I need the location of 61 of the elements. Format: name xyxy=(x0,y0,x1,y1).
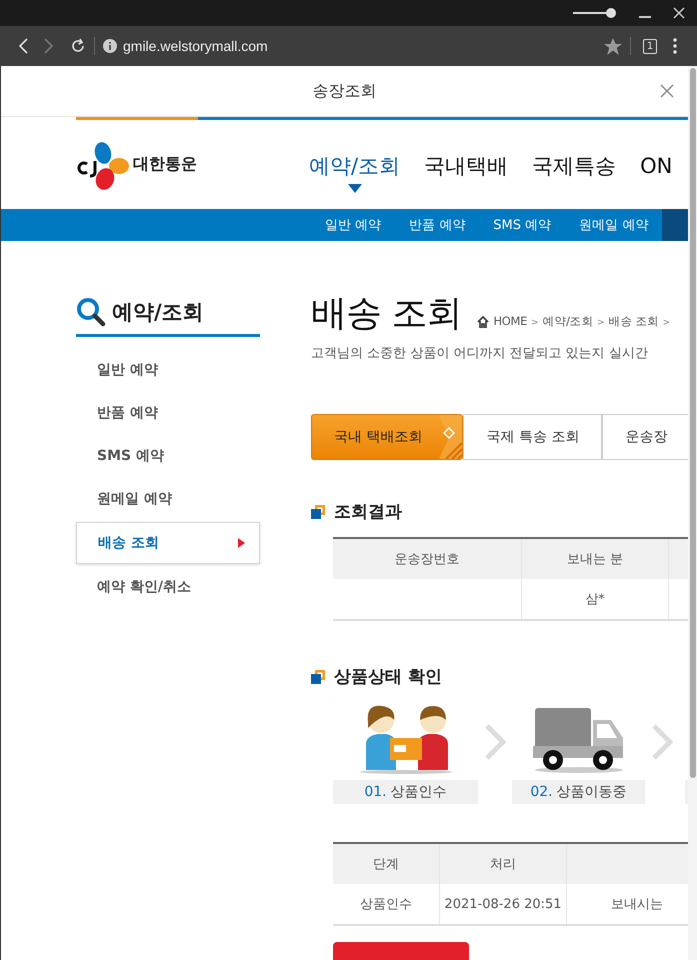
tab-count-button[interactable]: 1 xyxy=(643,38,657,54)
close-icon[interactable] xyxy=(673,7,685,19)
table-cell: 삼* xyxy=(522,579,668,620)
breadcrumb-separator: > xyxy=(597,318,605,328)
reload-icon[interactable] xyxy=(70,38,86,54)
column-header: 운송장번호 xyxy=(333,538,522,579)
sidebar-item[interactable]: 반품 예약 xyxy=(76,393,260,433)
logo-icon[interactable] xyxy=(75,140,131,190)
home-icon[interactable] xyxy=(477,316,490,328)
chevron-icon xyxy=(651,724,673,760)
diamond-pattern-icon xyxy=(436,415,462,459)
info-icon[interactable] xyxy=(103,39,117,53)
back-icon[interactable] xyxy=(18,38,28,54)
nav-link[interactable]: 국제특송 xyxy=(532,154,616,180)
nav-link[interactable]: ON xyxy=(640,154,672,180)
breadcrumb-separator: > xyxy=(662,318,670,328)
page-title: 배송 조회 xyxy=(311,292,462,336)
nav-link[interactable]: 예약/조회 xyxy=(309,154,400,193)
sub-nav-link[interactable]: 원메일 예약 xyxy=(565,216,662,234)
sidebar-item[interactable]: SMS 예약 xyxy=(76,436,260,476)
tab[interactable]: 국제 특송 조회 xyxy=(463,414,602,460)
page-description: 고객님의 소중한 상품이 어디까지 전달되고 있는지 실시간 xyxy=(311,345,649,362)
nav-link[interactable]: 국내택배 xyxy=(424,154,508,180)
sidebar-item[interactable]: 배송 조회 xyxy=(76,522,260,564)
sidebar-item[interactable]: 예약 확인/취소 xyxy=(76,567,260,607)
breadcrumb-separator: > xyxy=(531,318,539,328)
step-label: 01. 상품인수 xyxy=(333,780,478,804)
sidebar-title: 예약/조회 xyxy=(112,299,204,326)
forward-icon[interactable] xyxy=(44,38,54,54)
logo-text: 대한통운 xyxy=(133,154,197,175)
sidebar-item[interactable]: 원메일 예약 xyxy=(76,479,260,519)
tab[interactable]: 국내 택배조회 xyxy=(311,414,464,460)
address-bar[interactable]: gmile.welstorymall.com xyxy=(123,38,268,54)
sub-nav-link[interactable]: 반품 예약 xyxy=(395,216,480,234)
scrollbar[interactable] xyxy=(688,66,697,960)
search-icon xyxy=(76,297,106,327)
breadcrumb-link[interactable]: 배송 조회 xyxy=(608,314,659,329)
section-icon xyxy=(311,670,325,684)
column-header: 보내는 분 xyxy=(522,538,668,579)
star-icon[interactable] xyxy=(604,38,622,54)
popup-title: 송장조회 xyxy=(312,80,376,102)
caret-icon xyxy=(238,538,245,548)
section-title: 조회결과 xyxy=(334,501,402,523)
tab[interactable]: 운송장 xyxy=(602,414,688,460)
step-label: 02. 상품이동중 xyxy=(512,780,645,804)
section-title: 상품상태 확인 xyxy=(334,666,442,688)
sidebar-item[interactable]: 일반 예약 xyxy=(76,350,260,390)
menu-icon[interactable] xyxy=(673,38,677,54)
column-header: 단계 xyxy=(333,843,440,884)
section-icon xyxy=(311,504,325,518)
table-cell: 2021-08-26 20:51 xyxy=(440,884,566,925)
sub-nav-link[interactable]: 일반 예약 xyxy=(311,216,396,234)
breadcrumb-link[interactable]: HOME xyxy=(493,314,528,328)
breadcrumb-link[interactable]: 예약/조회 xyxy=(542,314,594,329)
zoom-slider-icon[interactable] xyxy=(573,8,617,18)
scrollbar-thumb[interactable] xyxy=(690,68,696,778)
caret-icon xyxy=(348,184,362,193)
table-cell: 상품인수 xyxy=(333,884,440,925)
sub-nav-link[interactable]: SMS 예약 xyxy=(479,216,566,234)
chevron-icon xyxy=(484,724,506,760)
column-header: 처리 xyxy=(440,843,566,884)
